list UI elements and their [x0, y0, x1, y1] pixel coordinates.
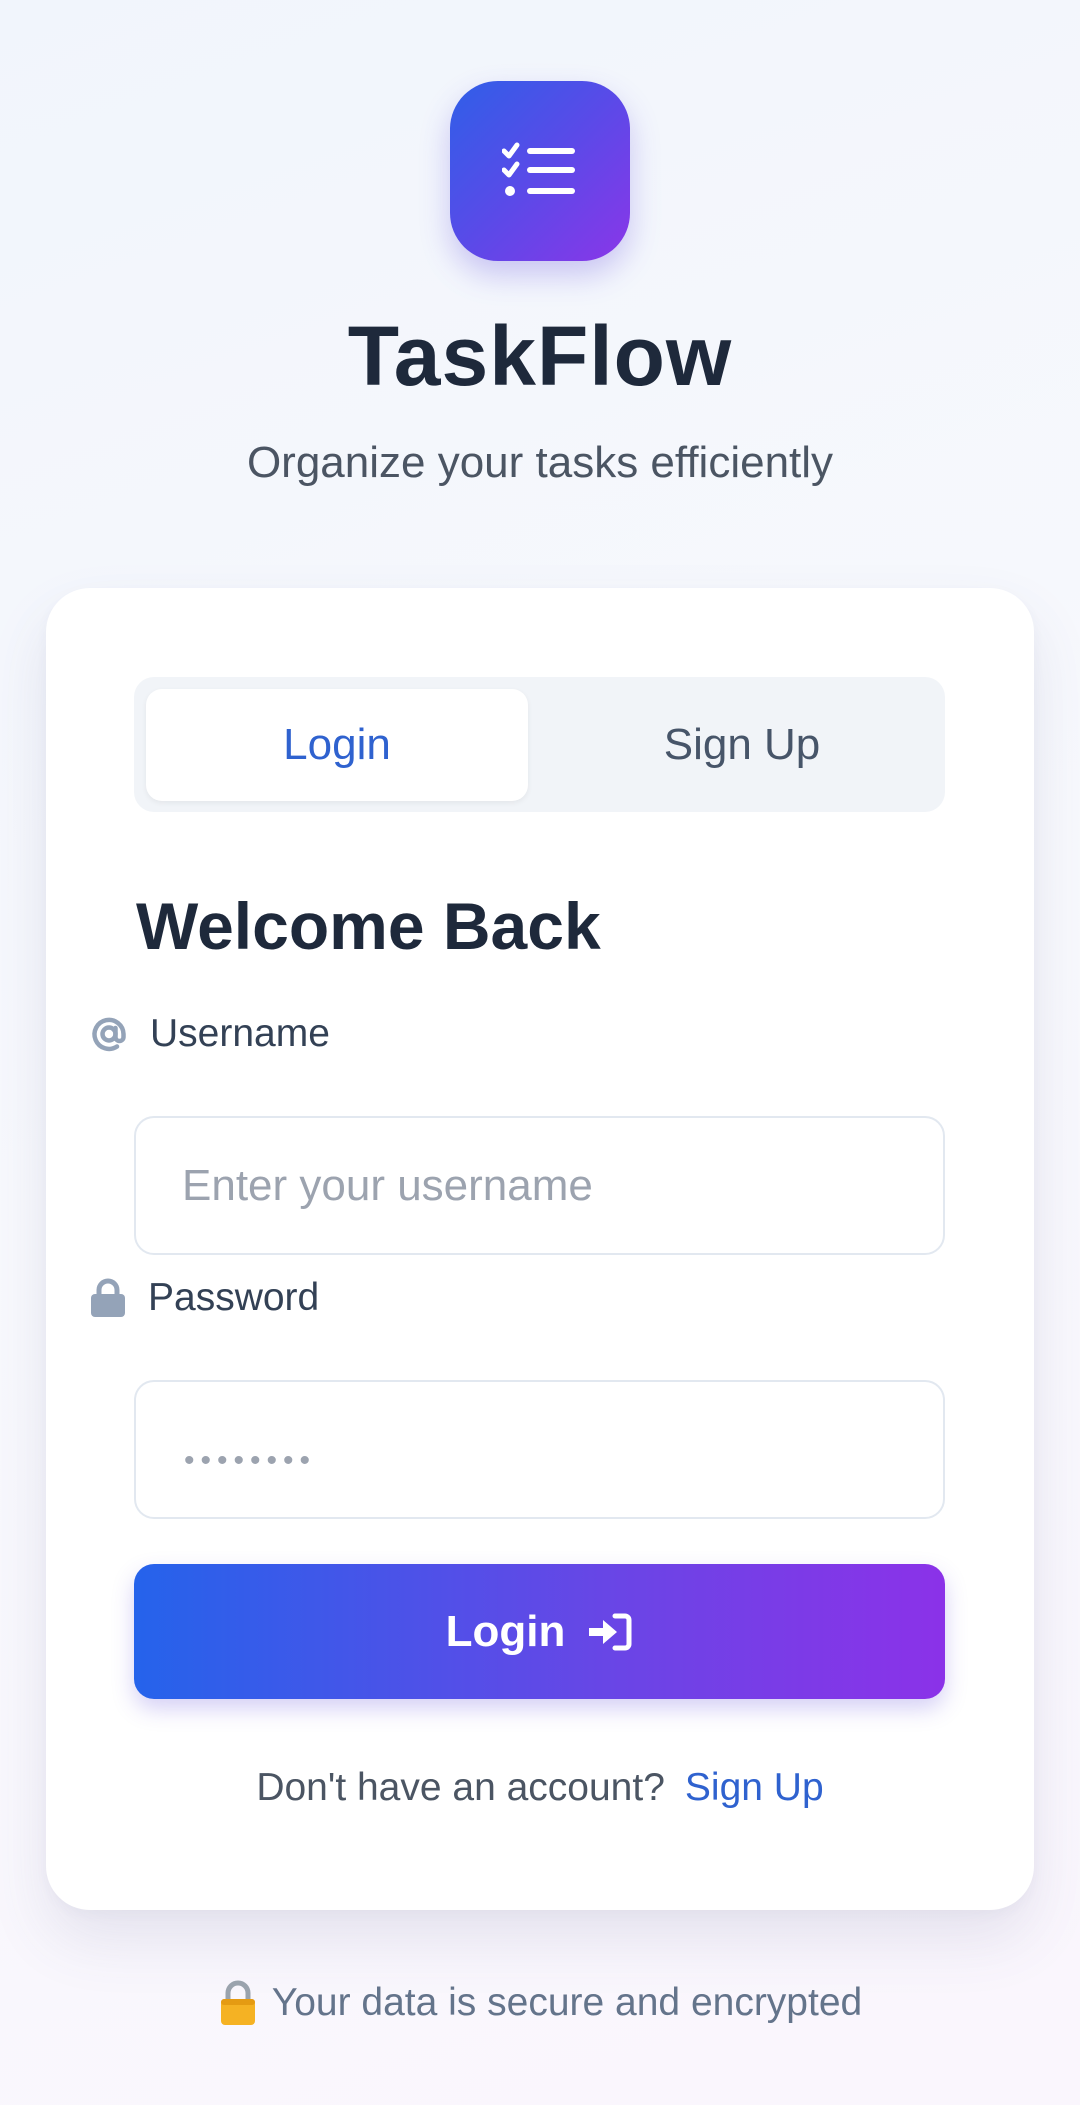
login-button-label: Login: [445, 1606, 566, 1656]
at-sign-icon: [90, 1015, 128, 1053]
app-logo: [450, 81, 630, 261]
signup-prompt-text: Don't have an account?: [256, 1766, 665, 1809]
auth-tabs: Login Sign Up: [134, 677, 945, 812]
username-label-row: Username: [90, 1012, 330, 1056]
tab-signup[interactable]: Sign Up: [551, 689, 933, 801]
password-label-row: Password: [90, 1276, 319, 1320]
footer-text: Your data is secure and encrypted: [271, 1981, 863, 2024]
task-list-icon: [502, 142, 575, 196]
tab-login[interactable]: Login: [146, 689, 528, 801]
app-subtitle: Organize your tasks efficiently: [246, 438, 834, 487]
signup-link[interactable]: Sign Up: [685, 1766, 824, 1809]
password-input[interactable]: [134, 1380, 945, 1519]
sign-in-icon: [587, 1612, 633, 1652]
password-label: Password: [148, 1276, 320, 1319]
username-label: Username: [150, 1012, 330, 1055]
login-submit-button[interactable]: Login: [134, 1564, 945, 1699]
app-title: TaskFlow: [347, 309, 733, 403]
signup-prompt: Don't have an account? Sign Up: [46, 1766, 1034, 1810]
username-input[interactable]: [134, 1116, 945, 1255]
form-heading: Welcome Back: [136, 889, 601, 963]
login-card: Login Sign Up Welcome Back Username Pass…: [46, 588, 1034, 1910]
security-footer: Your data is secure and encrypted: [0, 1980, 1080, 2026]
lock-icon: [90, 1278, 126, 1318]
padlock-emoji-icon: [218, 1980, 258, 2026]
